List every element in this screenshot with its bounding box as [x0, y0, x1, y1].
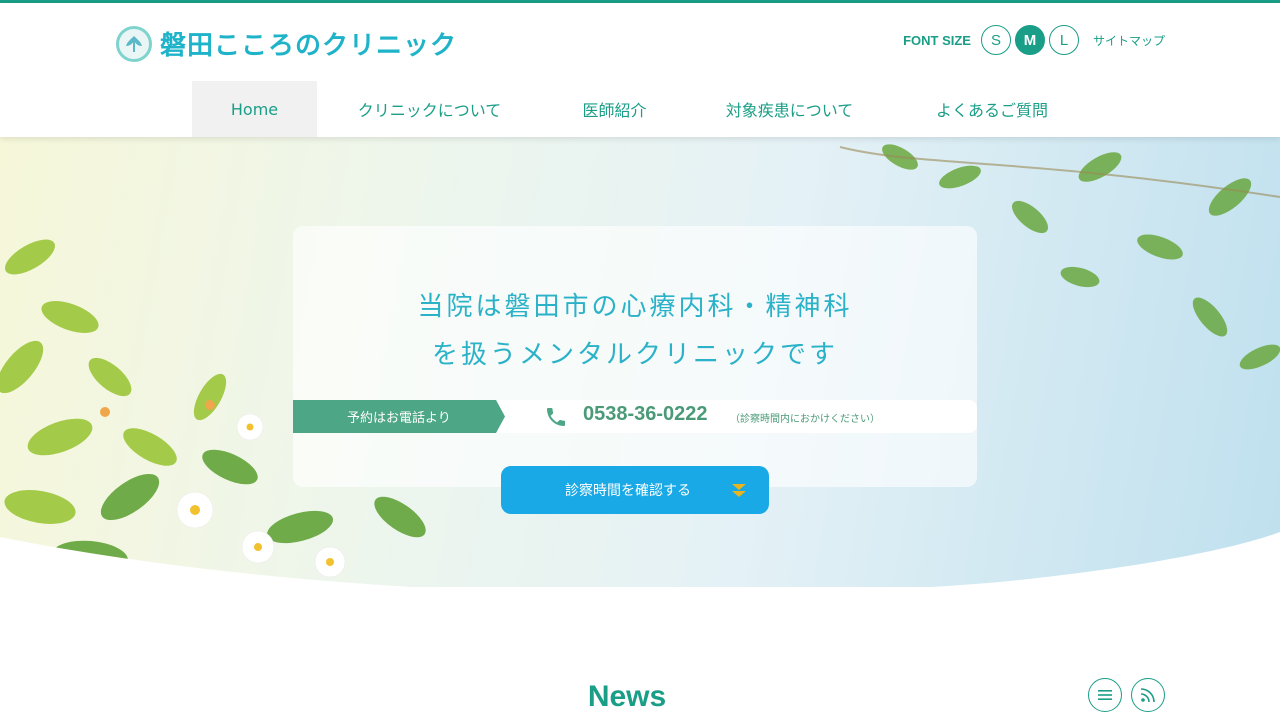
tel-note: （診察時間内におかけください） [730, 414, 880, 425]
hero-headline-line1: 当院は磐田市の心療内科・精神科 [417, 292, 853, 322]
nav-item-home[interactable]: Home [192, 81, 317, 137]
check-hours-button[interactable]: 診察時間を確認する [501, 466, 769, 514]
hero-card: 当院は磐田市の心療内科・精神科 を扱うメンタルクリニックです 予約はお電話より … [293, 226, 977, 487]
news-rss-button[interactable] [1131, 678, 1165, 712]
nav-item-faq[interactable]: よくあるご質問 [892, 81, 1092, 137]
hero-section: 当院は磐田市の心療内科・精神科 を扱うメンタルクリニックです 予約はお電話より … [0, 137, 1280, 587]
tel-reservation-row: 予約はお電話より 0538-36-0222 （診察時間内におかけください） [293, 400, 977, 433]
font-size-medium-button[interactable]: M [1014, 25, 1045, 55]
font-size-label: FONT SIZE [903, 32, 971, 48]
list-icon [1098, 690, 1112, 700]
font-size-small-button[interactable]: S [980, 25, 1011, 55]
logo-emblem-icon [116, 25, 152, 62]
news-section-title: News [587, 680, 667, 713]
news-list-button[interactable] [1088, 678, 1122, 712]
font-size-switcher: FONT SIZE S M L サイトマップ [903, 25, 1165, 55]
phone-icon [547, 408, 565, 426]
double-chevron-down-icon [732, 484, 746, 497]
tel-number-link[interactable]: 0538-36-0222 [583, 403, 708, 426]
site-logo[interactable]: 磐田こころのクリニック [116, 25, 457, 62]
site-header: 磐田こころのクリニック FONT SIZE S M L サイトマップ Home … [0, 3, 1280, 137]
nav-item-about-clinic[interactable]: クリニックについて [317, 81, 542, 137]
font-size-large-button[interactable]: L [1048, 25, 1079, 55]
logo-text: 磐田こころのクリニック [160, 31, 458, 61]
tel-reservation-tag: 予約はお電話より [293, 400, 505, 433]
nav-item-doctors[interactable]: 医師紹介 [542, 81, 687, 137]
rss-icon [1140, 688, 1155, 703]
hero-headline-line2: を扱うメンタルクリニックです [431, 340, 838, 370]
sitemap-link[interactable]: サイトマップ [1093, 32, 1165, 49]
nav-item-conditions[interactable]: 対象疾患について [687, 81, 892, 137]
check-hours-label: 診察時間を確認する [565, 483, 691, 499]
main-nav: Home クリニックについて 医師紹介 対象疾患について よくあるご質問 [192, 81, 1092, 137]
